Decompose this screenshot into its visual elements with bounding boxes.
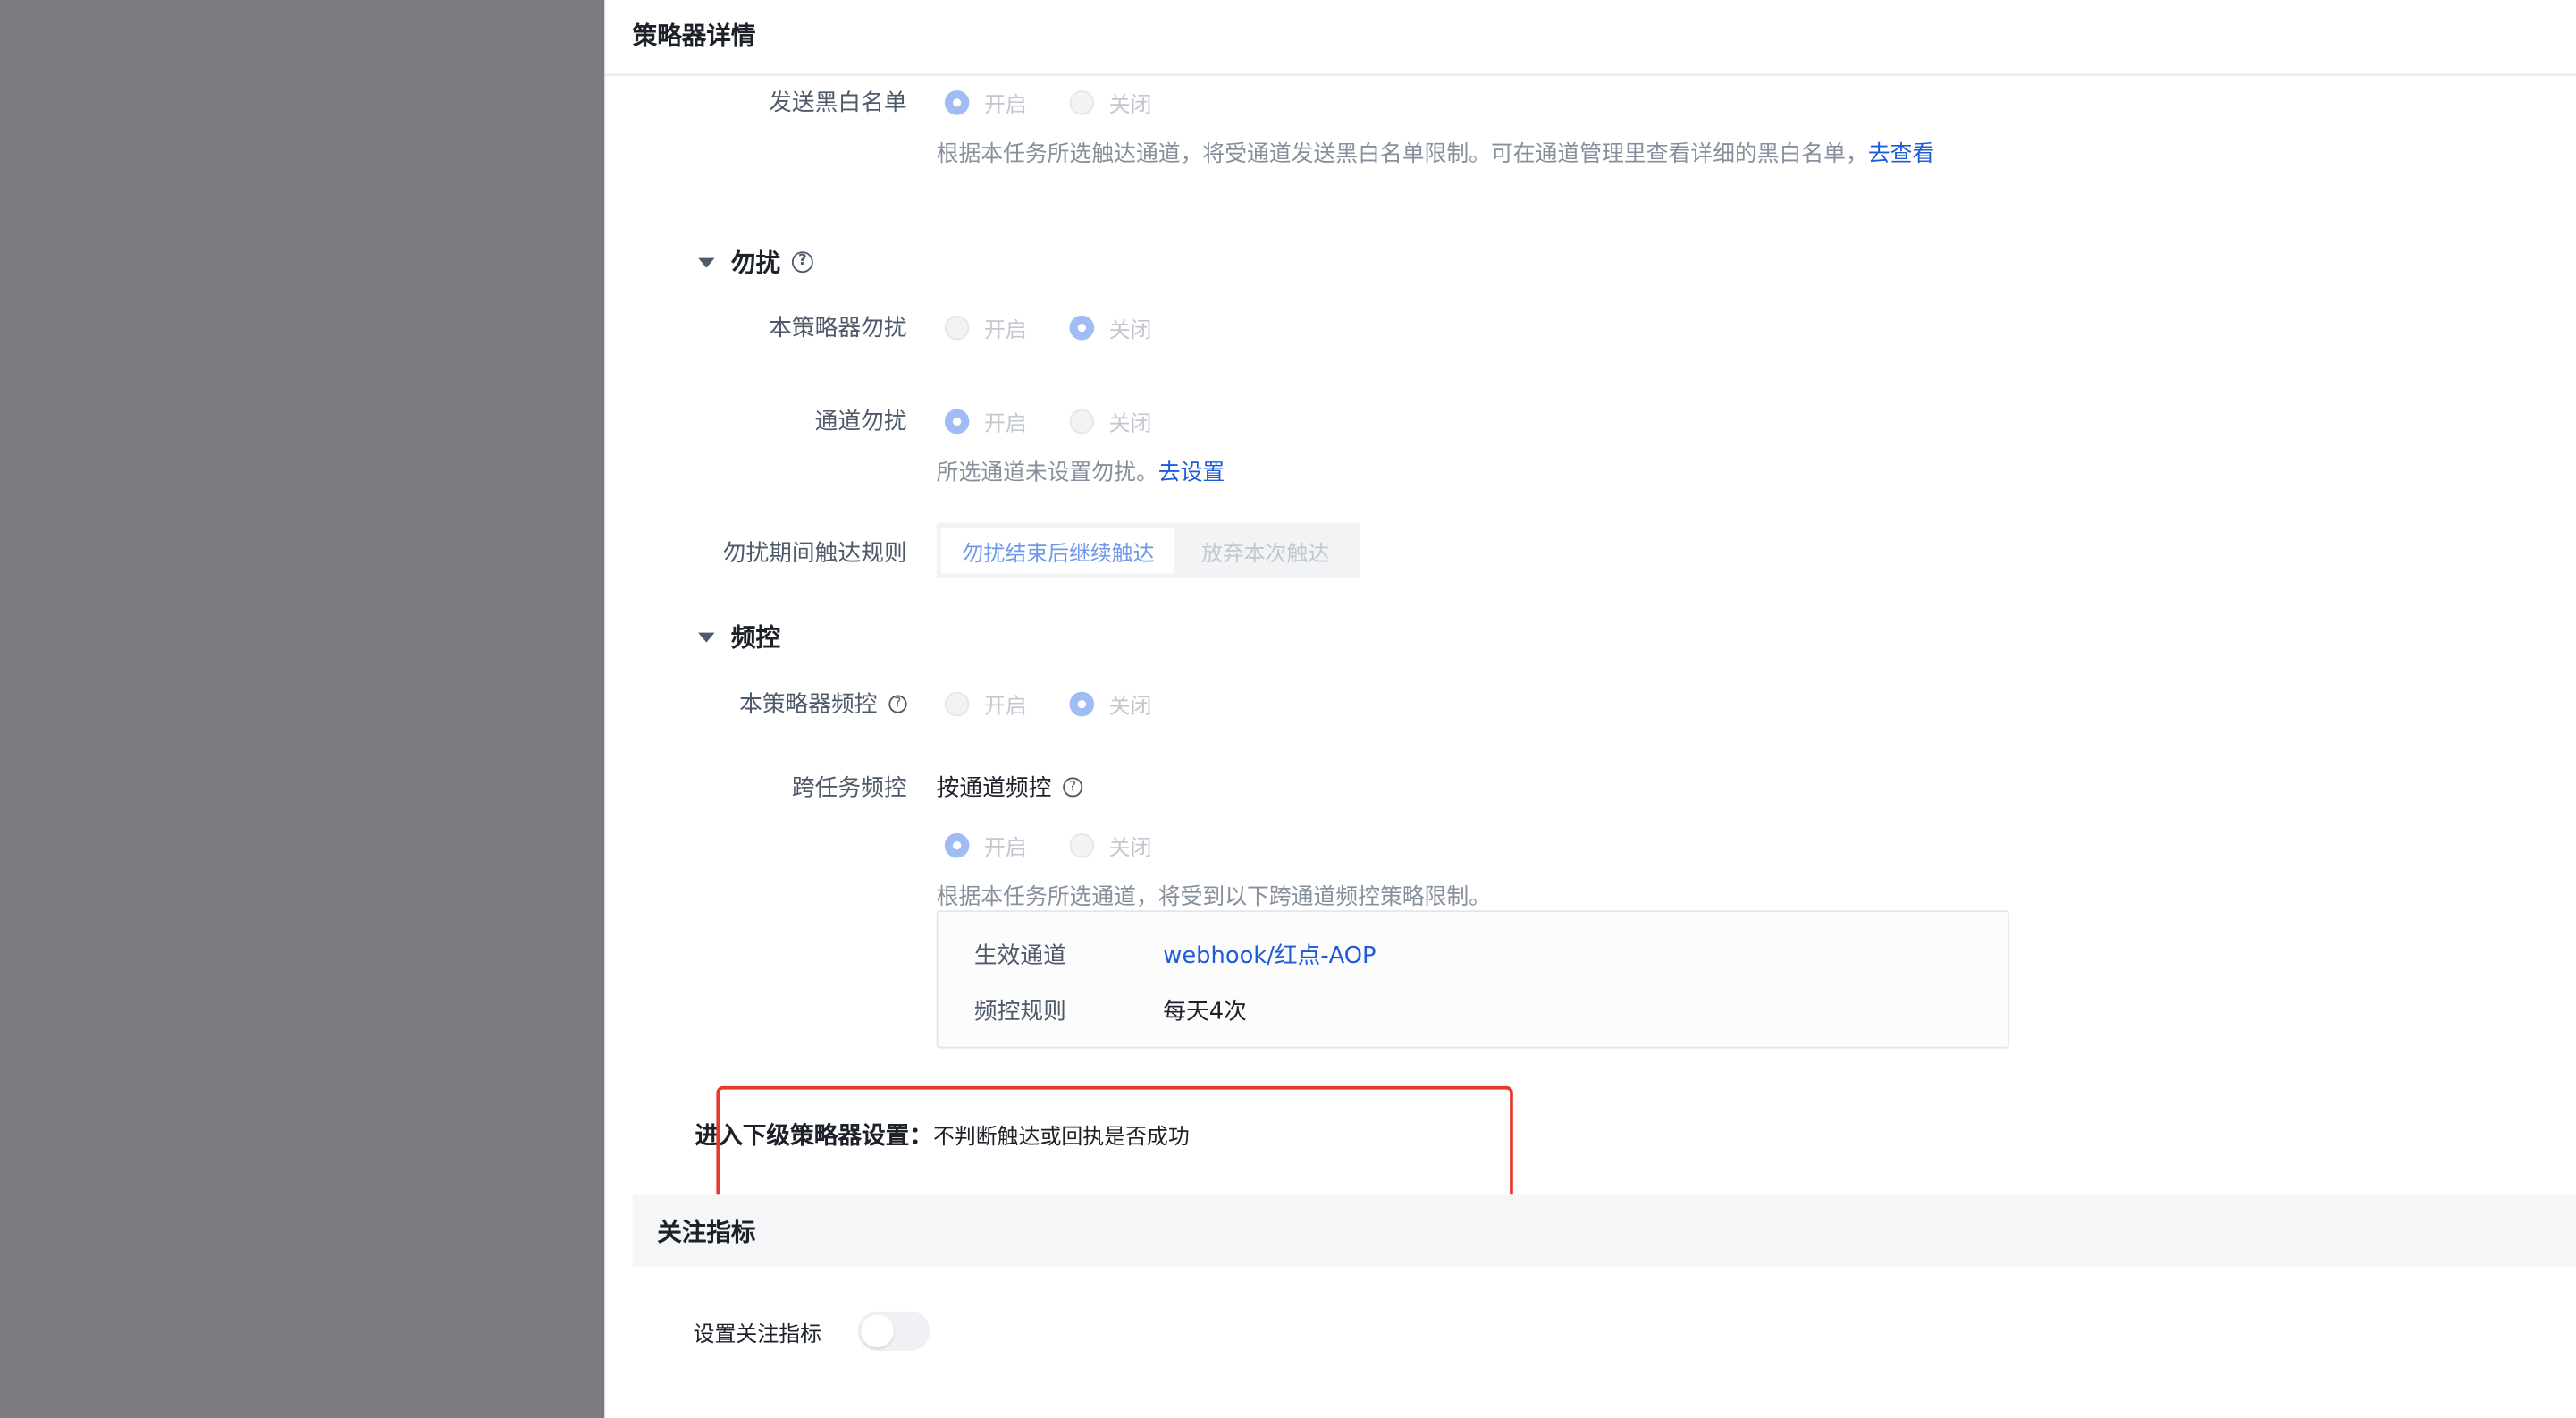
radio-unchecked-icon: [1069, 90, 1095, 115]
freq-cross-radio-off[interactable]: 关闭: [1069, 830, 1151, 861]
radio-unchecked-icon: [944, 691, 970, 717]
freq-strategy-radio-off[interactable]: 关闭: [1069, 688, 1151, 720]
view-blacklist-link[interactable]: 去查看: [1868, 141, 1934, 167]
freq-strategy-radio-on[interactable]: 开启: [944, 688, 1027, 720]
metrics-toggle[interactable]: [857, 1311, 930, 1351]
freq-section-header[interactable]: 频控: [698, 620, 780, 654]
dnd-channel-radio-off[interactable]: 关闭: [1069, 406, 1151, 437]
radio-unchecked-icon: [1069, 409, 1095, 435]
caret-down-icon: [698, 631, 715, 642]
freq-cross-radio-on[interactable]: 开启: [944, 830, 1027, 861]
radio-checked-icon: [1069, 691, 1095, 717]
blacklist-radio-group: 开启 关闭: [944, 87, 1194, 118]
freq-by-channel-label: 按通道频控: [936, 775, 1052, 802]
freq-cross-label: 跨任务频控: [791, 775, 907, 802]
question-circle-icon[interactable]: ?: [888, 694, 907, 713]
go-setting-link[interactable]: 去设置: [1158, 460, 1225, 486]
metrics-setting-label: 设置关注指标: [693, 1322, 822, 1348]
question-circle-icon[interactable]: ?: [1063, 777, 1083, 798]
dnd-channel-radio-on[interactable]: 开启: [944, 406, 1027, 437]
dnd-rule-option-continue[interactable]: 勿扰结束后继续触达: [941, 527, 1175, 574]
highlight-box: [716, 1085, 1513, 1208]
metrics-section-title: 关注指标: [657, 1217, 756, 1248]
freq-strategy-label-group: 本策略器频控 ?: [578, 687, 907, 720]
freq-cross-radio-group: 开启 关闭: [944, 830, 1194, 861]
dnd-strategy-radio-off[interactable]: 关闭: [1069, 312, 1151, 343]
effective-channel-row: 生效通道 webhook/红点-AOP: [974, 938, 1631, 971]
dnd-channel-hint: 所选通道未设置勿扰。去设置: [936, 460, 1225, 487]
freq-rule-value: 每天4次: [1163, 999, 1247, 1026]
radio-checked-icon: [944, 90, 970, 115]
dnd-rule-option-abandon[interactable]: 放弃本次触达: [1175, 528, 1355, 573]
question-circle-icon[interactable]: ?: [791, 251, 813, 274]
blacklist-radio-on[interactable]: 开启: [944, 87, 1027, 118]
dnd-rule-segmented-control: 勿扰结束后继续触达 放弃本次触达: [936, 522, 1360, 578]
strategy-detail-drawer: 策略器详情 发送黑白名单 开启 关闭 根据本任务所选触达通道，将受通道发送黑白名…: [604, 0, 2576, 1418]
freq-rule-row: 频控规则 每天4次: [974, 994, 1631, 1027]
blacklist-radio-off[interactable]: 关闭: [1069, 87, 1151, 118]
dnd-rule-label: 勿扰期间触达规则: [722, 540, 907, 568]
drawer-title: 策略器详情: [632, 21, 756, 51]
effective-channel-link[interactable]: webhook/红点-AOP: [1163, 938, 1376, 971]
freq-info-box: [936, 910, 2009, 1049]
dnd-strategy-label: 本策略器勿扰: [769, 315, 907, 342]
toggle-knob: [861, 1314, 894, 1348]
radio-unchecked-icon: [1069, 832, 1095, 858]
dnd-strategy-radio-group: 开启 关闭: [944, 312, 1194, 343]
effective-channel-key: 生效通道: [973, 943, 1066, 970]
radio-checked-icon: [1069, 315, 1095, 341]
dnd-strategy-radio-on[interactable]: 开启: [944, 312, 1027, 343]
radio-checked-icon: [944, 409, 970, 435]
blacklist-hint: 根据本任务所选触达通道，将受通道发送黑白名单限制。可在通道管理里查看详细的黑白名…: [936, 141, 1935, 168]
blacklist-label: 发送黑白名单: [769, 90, 907, 117]
dnd-channel-radio-group: 开启 关闭: [944, 406, 1194, 437]
freq-by-channel-group: 按通道频控 ?: [937, 771, 1083, 804]
metrics-section-bar: 关注指标: [632, 1194, 2576, 1268]
freq-strategy-label: 本策略器频控: [739, 691, 878, 719]
modal-overlay[interactable]: [0, 0, 605, 1418]
radio-unchecked-icon: [944, 315, 970, 341]
freq-rule-key: 频控规则: [973, 999, 1066, 1026]
caret-down-icon: [698, 257, 715, 267]
dnd-section-header[interactable]: 勿扰 ?: [698, 245, 813, 280]
dnd-channel-label: 通道勿扰: [814, 409, 907, 436]
freq-cross-hint: 根据本任务所选通道，将受到以下跨通道频控策略限制。: [936, 883, 1491, 911]
drawer-header: 策略器详情: [604, 0, 2576, 76]
radio-checked-icon: [944, 832, 970, 858]
freq-strategy-radio-group: 开启 关闭: [944, 688, 1194, 720]
